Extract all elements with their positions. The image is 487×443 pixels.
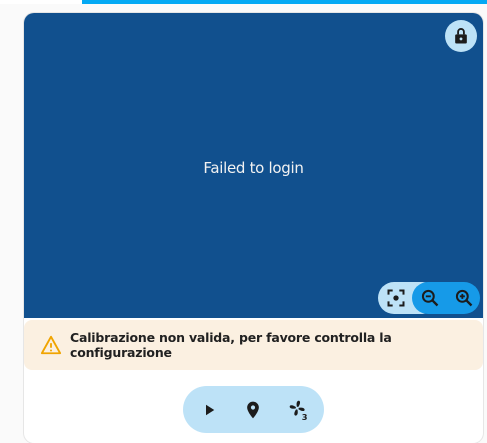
start-button[interactable] bbox=[189, 386, 229, 433]
fan-speed-3-icon: 3 bbox=[289, 400, 308, 421]
locate-button[interactable] bbox=[233, 386, 273, 433]
map-error-message: Failed to login bbox=[203, 159, 304, 177]
play-icon bbox=[206, 404, 215, 415]
warning-message: Calibrazione non valida, per favore cont… bbox=[70, 330, 392, 360]
calibration-warning: Calibrazione non valida, per favore cont… bbox=[24, 320, 483, 370]
vacuum-controls: 3 bbox=[183, 386, 324, 433]
top-bar-left bbox=[0, 0, 82, 4]
lock-button[interactable] bbox=[445, 20, 477, 52]
vacuum-map-card: Failed to login Calibrazione non valida,… bbox=[24, 13, 483, 443]
zoom-in-icon bbox=[455, 289, 473, 307]
zoom-out-icon bbox=[421, 289, 439, 307]
center-map-button[interactable] bbox=[380, 282, 412, 314]
map-view[interactable]: Failed to login bbox=[24, 13, 483, 318]
zoom-in-button[interactable] bbox=[448, 282, 480, 314]
alert-triangle-icon bbox=[40, 334, 62, 356]
map-zoom-controls bbox=[378, 282, 480, 314]
fan-speed-button[interactable]: 3 bbox=[279, 386, 319, 433]
top-accent-bar bbox=[82, 0, 487, 4]
svg-text:3: 3 bbox=[302, 412, 308, 421]
map-marker-icon bbox=[247, 401, 259, 418]
zoom-out-button[interactable] bbox=[414, 282, 446, 314]
focus-center-icon bbox=[387, 289, 405, 307]
lock-open-icon bbox=[455, 28, 467, 44]
